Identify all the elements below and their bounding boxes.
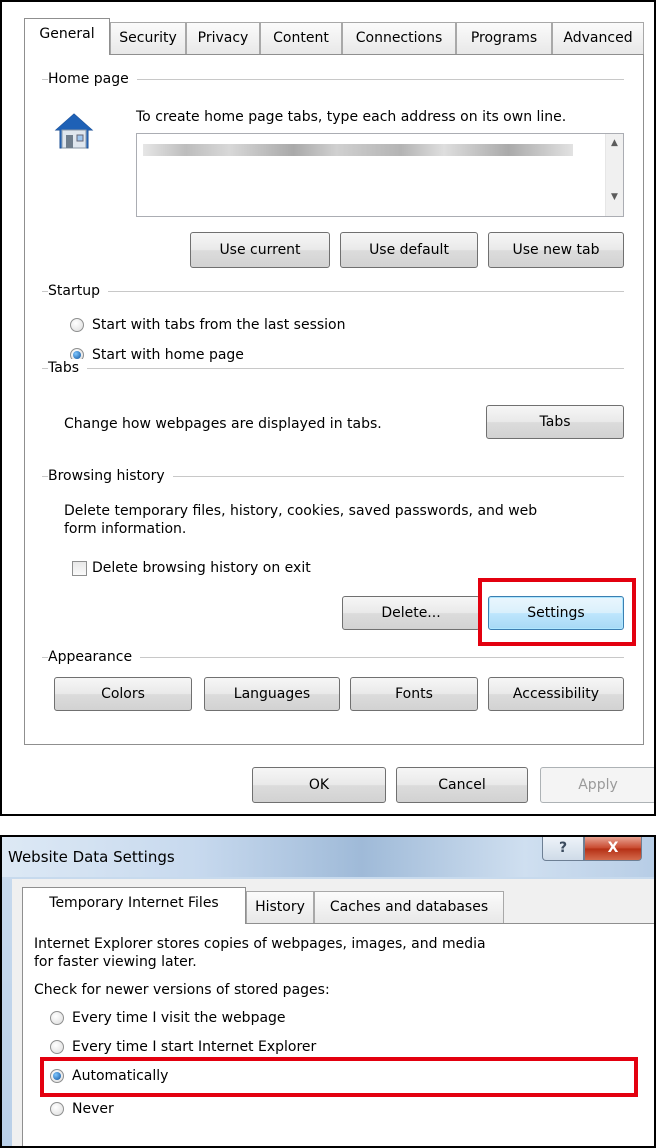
delete-history-on-exit-checkbox[interactable] (72, 561, 87, 576)
browsing-history-description-line1: Delete temporary files, history, cookies… (64, 503, 538, 519)
never-radio[interactable] (50, 1102, 64, 1116)
fonts-button[interactable]: Fonts (350, 677, 478, 711)
tab-caches-and-databases[interactable]: Caches and databases (314, 891, 504, 923)
every-start-radio[interactable] (50, 1040, 64, 1054)
tab-temporary-internet-files[interactable]: Temporary Internet Files (22, 887, 246, 924)
website-data-settings-panel: Website Data Settings ? X Temporary Inte… (0, 835, 656, 1148)
scroll-up-arrow-icon[interactable]: ▲ (606, 138, 623, 148)
tabs-settings-button[interactable]: Tabs (486, 405, 624, 439)
every-visit-label[interactable]: Every time I visit the webpage (72, 1009, 286, 1027)
ok-button[interactable]: OK (252, 767, 386, 803)
browsing-history-label: Browsing history (48, 467, 173, 485)
internet-options-panel: General Security Privacy Content Connect… (0, 0, 656, 816)
apply-button[interactable]: Apply (540, 767, 654, 803)
help-icon[interactable]: ? (542, 837, 584, 861)
tab-security[interactable]: Security (110, 22, 186, 54)
storage-description-line1: Internet Explorer stores copies of webpa… (34, 936, 486, 952)
home-page-house-icon (54, 112, 94, 150)
startup-last-session-label[interactable]: Start with tabs from the last session (92, 316, 345, 334)
settings-highlight-box (478, 578, 636, 646)
tab-content[interactable]: Content (260, 22, 342, 54)
delete-button[interactable]: Delete... (342, 596, 480, 630)
startup-group-line (42, 291, 624, 292)
scroll-down-arrow-icon[interactable]: ▼ (606, 192, 623, 202)
never-label[interactable]: Never (72, 1100, 114, 1118)
browsing-history-description-line2: form information. (64, 521, 187, 537)
home-page-instruction: To create home page tabs, type each addr… (136, 109, 567, 125)
tab-advanced[interactable]: Advanced (552, 22, 644, 54)
check-newer-versions-label: Check for newer versions of stored pages… (34, 982, 330, 998)
tabs-group-line (42, 368, 624, 369)
tab-history[interactable]: History (246, 891, 314, 923)
every-start-label[interactable]: Every time I start Internet Explorer (72, 1038, 316, 1056)
tab-general[interactable]: General (24, 18, 110, 55)
cancel-button[interactable]: Cancel (396, 767, 528, 803)
close-icon[interactable]: X (584, 837, 642, 861)
use-new-tab-button[interactable]: Use new tab (488, 232, 624, 268)
automatically-highlight-box (40, 1057, 638, 1097)
startup-last-session-radio[interactable] (70, 318, 84, 332)
use-default-button[interactable]: Use default (340, 232, 478, 268)
tab-privacy[interactable]: Privacy (186, 22, 260, 54)
dialog-title: Website Data Settings (8, 848, 175, 866)
tab-connections[interactable]: Connections (342, 22, 456, 54)
tabs-group-label: Tabs (48, 359, 87, 377)
home-page-label: Home page (48, 70, 137, 88)
colors-button[interactable]: Colors (54, 677, 192, 711)
blurred-url-text (143, 144, 573, 156)
accessibility-button[interactable]: Accessibility (488, 677, 624, 711)
startup-label: Startup (48, 282, 108, 300)
languages-button[interactable]: Languages (204, 677, 340, 711)
textarea-scrollbar[interactable]: ▲ ▼ (605, 134, 623, 216)
every-visit-radio[interactable] (50, 1011, 64, 1025)
home-page-address-textarea[interactable]: ▲ ▼ (136, 133, 624, 217)
tabs-description: Change how webpages are displayed in tab… (64, 416, 382, 432)
use-current-button[interactable]: Use current (190, 232, 330, 268)
tab-programs[interactable]: Programs (456, 22, 552, 54)
storage-description-line2: for faster viewing later. (34, 954, 197, 970)
startup-home-page-label[interactable]: Start with home page (92, 346, 244, 364)
appearance-label: Appearance (48, 648, 141, 666)
delete-history-on-exit-label[interactable]: Delete browsing history on exit (92, 559, 311, 577)
